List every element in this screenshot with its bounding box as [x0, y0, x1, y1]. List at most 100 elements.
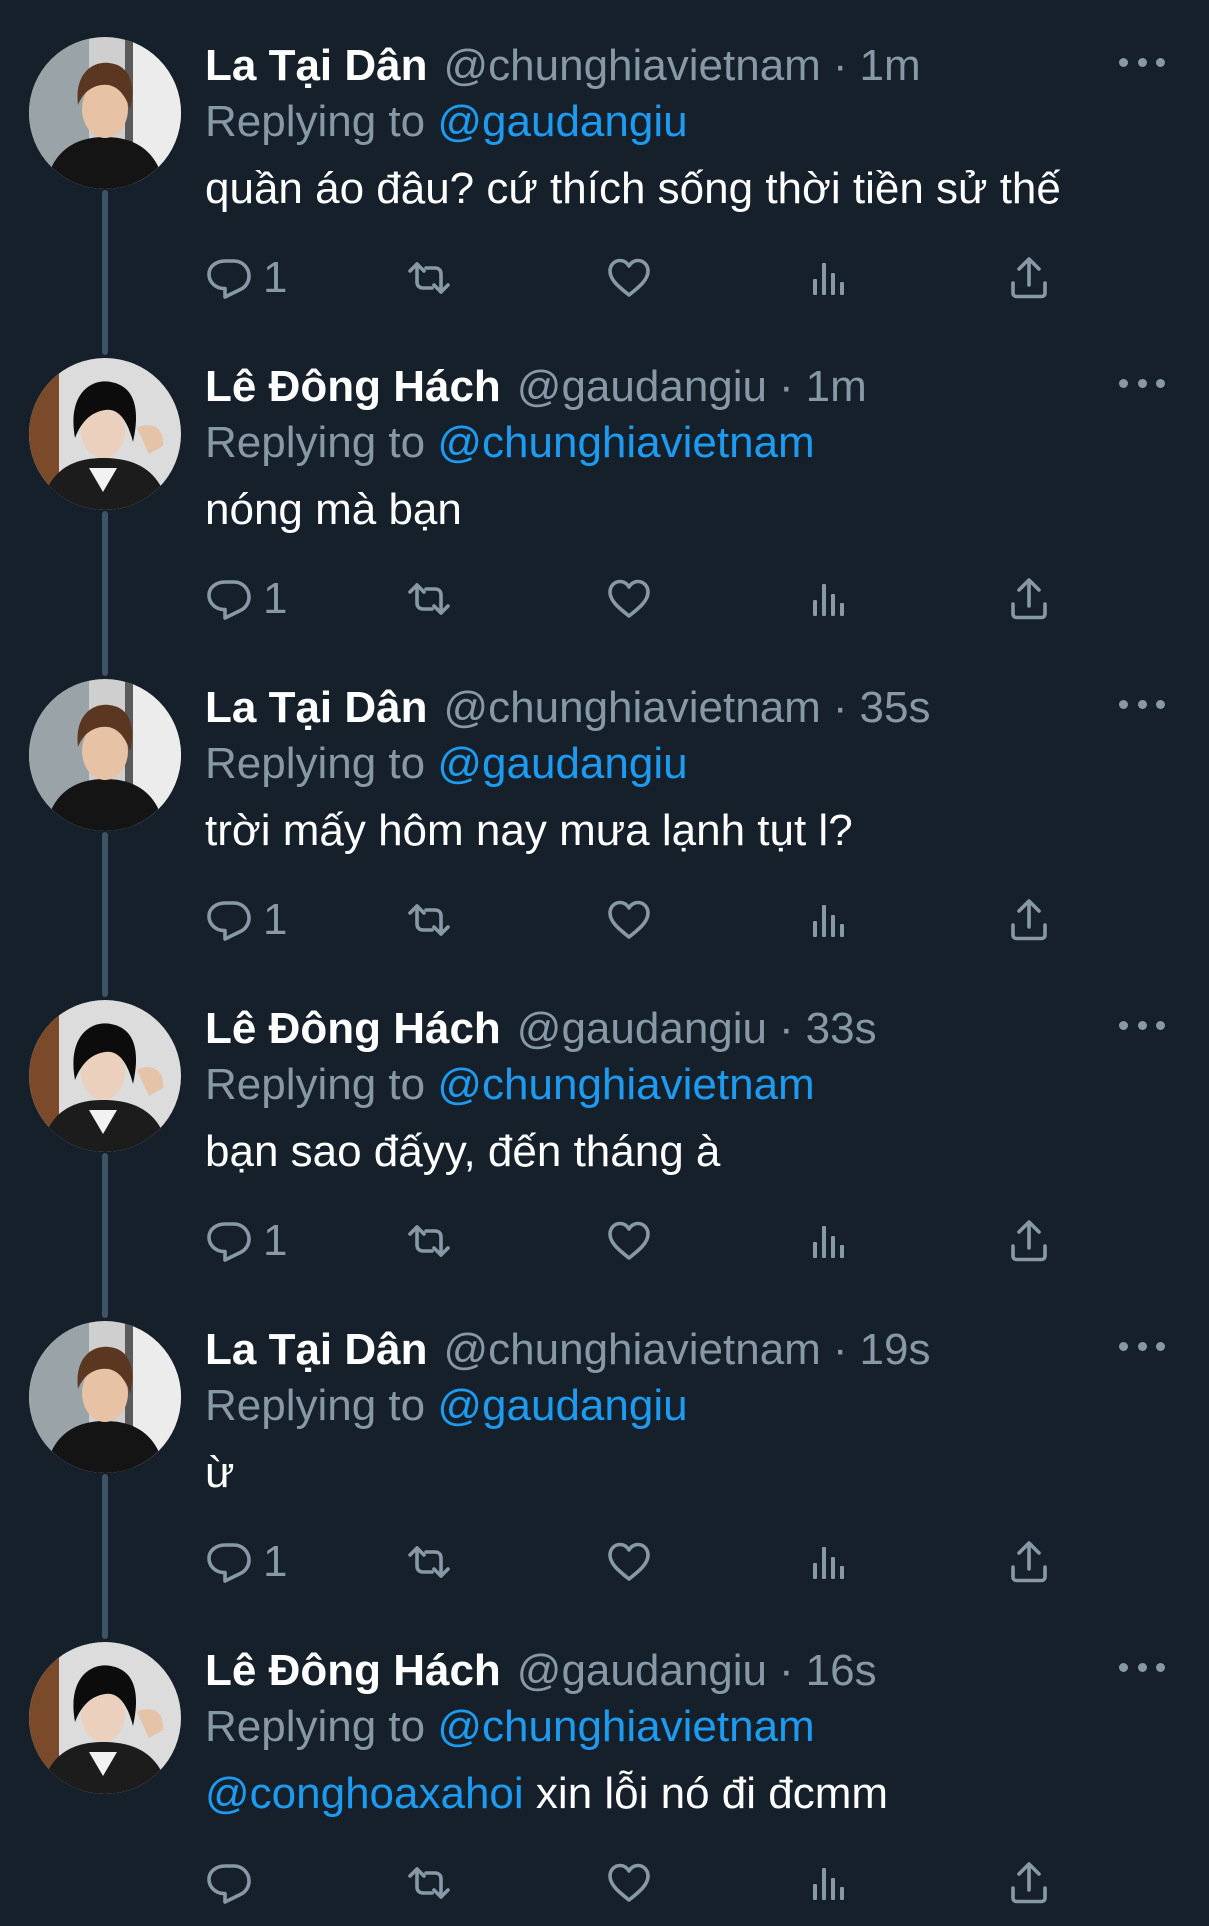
replying-prefix: Replying to: [205, 1381, 426, 1430]
like-button[interactable]: [605, 1855, 653, 1911]
timestamp[interactable]: 19s: [860, 1322, 931, 1378]
avatar[interactable]: [29, 1642, 181, 1794]
share-icon: [1005, 575, 1053, 623]
views-button[interactable]: [805, 571, 853, 627]
tweet[interactable]: La Tại Dân @chunghiavietnam · 35s Replyi…: [0, 642, 1209, 963]
like-button[interactable]: [605, 250, 653, 306]
heart-icon: [605, 1538, 653, 1586]
conversation-timeline: La Tại Dân @chunghiavietnam · 1m Replyin…: [0, 0, 1209, 1920]
more-icon[interactable]: [1119, 1013, 1165, 1037]
reply-button[interactable]: 1: [205, 1534, 287, 1590]
replying-to: Replying to @gaudangiu: [205, 1378, 688, 1434]
retweet-button[interactable]: [405, 1213, 453, 1269]
views-button[interactable]: [805, 1213, 853, 1269]
timestamp[interactable]: 35s: [860, 680, 931, 736]
author-name[interactable]: La Tại Dân: [205, 38, 428, 94]
text-body: ừ: [205, 1448, 235, 1497]
author-handle[interactable]: @chunghiavietnam: [444, 38, 821, 94]
timestamp[interactable]: 33s: [806, 1001, 877, 1057]
reply-button[interactable]: 1: [205, 250, 287, 306]
tweet[interactable]: Lê Đông Hách @gaudangiu · 33s Replying t…: [0, 963, 1209, 1284]
separator: ·: [832, 683, 848, 732]
avatar[interactable]: [29, 1321, 181, 1473]
share-button[interactable]: [1005, 1213, 1053, 1269]
more-icon[interactable]: [1119, 692, 1165, 716]
views-button[interactable]: [805, 892, 853, 948]
share-button[interactable]: [1005, 1855, 1053, 1911]
tweet-actions: 1: [205, 1213, 1075, 1269]
avatar[interactable]: [29, 1000, 181, 1152]
share-button[interactable]: [1005, 250, 1053, 306]
share-button[interactable]: [1005, 1534, 1053, 1590]
more-icon[interactable]: [1119, 1655, 1165, 1679]
author-name[interactable]: Lê Đông Hách: [205, 1001, 501, 1057]
reply-button[interactable]: 1: [205, 892, 287, 948]
reply-icon: [205, 1217, 253, 1265]
author-handle[interactable]: @gaudangiu: [517, 359, 767, 415]
author-name[interactable]: La Tại Dân: [205, 1322, 428, 1378]
more-icon[interactable]: [1119, 371, 1165, 395]
tweet-actions: 1: [205, 571, 1075, 627]
like-button[interactable]: [605, 892, 653, 948]
replying-to-mention[interactable]: @chunghiavietnam: [437, 418, 814, 467]
author-handle[interactable]: @chunghiavietnam: [444, 680, 821, 736]
retweet-button[interactable]: [405, 1534, 453, 1590]
timestamp[interactable]: 1m: [860, 38, 921, 94]
timestamp[interactable]: 16s: [806, 1643, 877, 1699]
author-name[interactable]: La Tại Dân: [205, 680, 428, 736]
tweet-text: ừ: [205, 1444, 234, 1502]
views-button[interactable]: [805, 1855, 853, 1911]
reply-button[interactable]: 1: [205, 571, 287, 627]
share-icon: [1005, 896, 1053, 944]
author-handle[interactable]: @gaudangiu: [517, 1643, 767, 1699]
text-mention[interactable]: @conghoaxahoi: [205, 1769, 524, 1818]
reply-icon: [205, 1538, 253, 1586]
tweet[interactable]: La Tại Dân @chunghiavietnam · 19s Replyi…: [0, 1284, 1209, 1605]
views-icon: [805, 254, 853, 302]
avatar[interactable]: [29, 679, 181, 831]
separator: ·: [779, 1646, 794, 1695]
reply-button[interactable]: 1: [205, 1213, 287, 1269]
text-body: trời mấy hôm nay mưa lạnh tụt l?: [205, 806, 853, 855]
tweet-header: Lê Đông Hách @gaudangiu · 16s: [205, 1643, 877, 1699]
tweet-header: La Tại Dân @chunghiavietnam · 19s: [205, 1322, 930, 1378]
replying-to: Replying to @gaudangiu: [205, 736, 688, 792]
more-icon[interactable]: [1119, 1334, 1165, 1358]
author-name[interactable]: Lê Đông Hách: [205, 359, 501, 415]
like-button[interactable]: [605, 1213, 653, 1269]
retweet-button[interactable]: [405, 571, 453, 627]
share-icon: [1005, 1217, 1053, 1265]
author-handle[interactable]: @chunghiavietnam: [444, 1322, 821, 1378]
retweet-button[interactable]: [405, 1855, 453, 1911]
retweet-icon: [405, 1217, 453, 1265]
replying-to-mention[interactable]: @chunghiavietnam: [437, 1060, 814, 1109]
like-button[interactable]: [605, 1534, 653, 1590]
tweet[interactable]: Lê Đông Hách @gaudangiu · 16s Replying t…: [0, 1605, 1209, 1926]
views-button[interactable]: [805, 250, 853, 306]
author-name[interactable]: Lê Đông Hách: [205, 1643, 501, 1699]
views-button[interactable]: [805, 1534, 853, 1590]
replying-to-mention[interactable]: @gaudangiu: [437, 1381, 687, 1430]
share-button[interactable]: [1005, 571, 1053, 627]
views-icon: [805, 575, 853, 623]
like-button[interactable]: [605, 571, 653, 627]
replying-to-mention[interactable]: @gaudangiu: [437, 739, 687, 788]
timestamp[interactable]: 1m: [806, 359, 867, 415]
author-handle[interactable]: @gaudangiu: [517, 1001, 767, 1057]
more-icon[interactable]: [1119, 50, 1165, 74]
tweet[interactable]: La Tại Dân @chunghiavietnam · 1m Replyin…: [0, 0, 1209, 321]
replying-to-mention[interactable]: @chunghiavietnam: [437, 1702, 814, 1751]
replying-to: Replying to @chunghiavietnam: [205, 1057, 815, 1113]
avatar[interactable]: [29, 37, 181, 189]
retweet-button[interactable]: [405, 250, 453, 306]
retweet-button[interactable]: [405, 892, 453, 948]
tweet-header: La Tại Dân @chunghiavietnam · 1m: [205, 38, 921, 94]
text-body: quần áo đâu? cứ thích sống thời tiền sử …: [205, 164, 1061, 213]
heart-icon: [605, 254, 653, 302]
share-button[interactable]: [1005, 892, 1053, 948]
avatar[interactable]: [29, 358, 181, 510]
replying-to-mention[interactable]: @gaudangiu: [437, 97, 687, 146]
reply-button[interactable]: [205, 1855, 263, 1911]
tweet[interactable]: Lê Đông Hách @gaudangiu · 1m Replying to…: [0, 321, 1209, 642]
reply-count: 1: [263, 253, 288, 302]
